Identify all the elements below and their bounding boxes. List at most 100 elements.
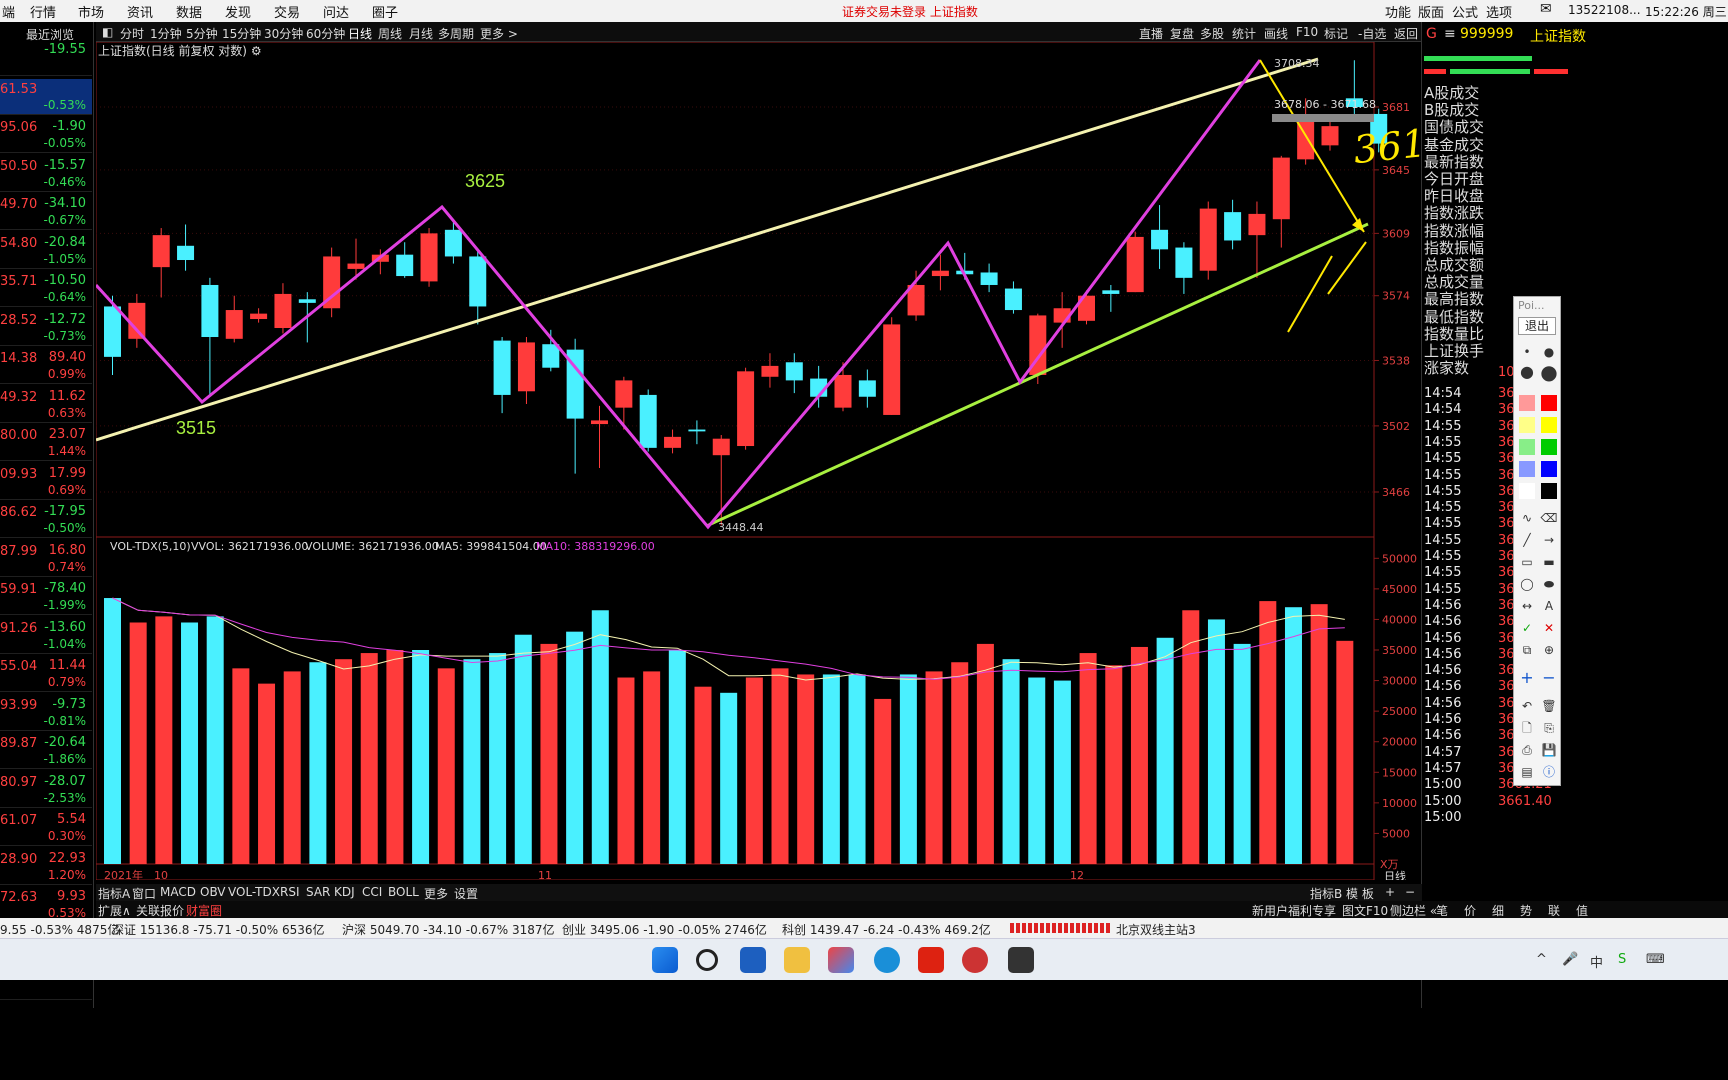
tab-link[interactable]: 联 [1548,902,1560,919]
browser-icon[interactable] [874,947,900,973]
ticker-hs300[interactable]: 沪深 5049.70 -34.10 -0.67% 3187亿 [342,921,555,938]
tab-more[interactable]: 更多 [424,885,448,902]
recent-row[interactable]: 87.99 16.80 0.74% [0,541,92,577]
tool-draw[interactable]: 画线 [1264,25,1288,42]
tab-settings[interactable]: 设置 [454,885,478,902]
search-icon[interactable] [696,949,718,971]
sogou-icon[interactable]: S [1618,952,1626,967]
zoom-out-button[interactable]: − [1405,885,1415,899]
menu-item-options[interactable]: 选项 [1486,2,1512,21]
color-swatch[interactable] [1519,461,1535,477]
recent-row[interactable]: 09.93 17.99 0.69% [0,464,92,500]
recent-row[interactable]: 49.32 11.62 0.63% [0,387,92,423]
keyboard-icon[interactable]: ⌨ [1646,952,1665,967]
ellipse-filled-icon[interactable]: ⬬ [1540,575,1558,593]
tab-price[interactable]: 价 [1464,902,1476,919]
tab-template[interactable]: 模 板 [1346,885,1374,902]
period-1min[interactable]: 1分钟 [150,25,182,42]
tool-multi-stock[interactable]: 多股 [1200,25,1224,42]
recent-row[interactable]: 93.99 -9.73 -0.81% [0,695,92,731]
tab-obv[interactable]: OBV [200,885,226,899]
recent-row[interactable]: 91.26 -13.60 -1.04% [0,618,92,654]
arrow-line-icon[interactable]: → [1540,531,1558,549]
check-icon[interactable]: ✓ [1518,619,1536,637]
tab-boll[interactable]: BOLL [388,885,419,899]
menu-item-formula[interactable]: 公式 [1452,2,1478,21]
tab-cci[interactable]: CCI [362,885,382,899]
kline-chart[interactable]: 3681364536093574353835023466500004500040… [96,42,1426,880]
tab-kdj[interactable]: KDJ [334,885,355,899]
text-icon[interactable]: A [1540,597,1558,615]
plus-icon[interactable]: + [1518,669,1536,687]
settings-icon[interactable]: ⚙ [251,44,262,58]
tab-detail[interactable]: 细 [1492,902,1504,919]
menu-item-news[interactable]: 资讯 [127,2,153,21]
new-page-icon[interactable]: 🗋 [1518,719,1536,737]
recent-row[interactable]: 55.04 11.44 0.79% [0,656,92,692]
period-daily[interactable]: 日线 [348,25,372,42]
paint-icon[interactable] [828,947,854,973]
color-swatch[interactable] [1519,417,1535,433]
period-15min[interactable]: 15分钟 [222,25,261,42]
eraser-icon[interactable]: ⌫ [1540,509,1558,527]
color-swatch[interactable] [1541,439,1557,455]
recent-row[interactable]: 59.91 -78.40 -1.99% [0,579,92,615]
recent-row[interactable]: 95.06 -1.90 -0.05% [0,117,92,153]
color-swatch[interactable] [1519,483,1535,499]
recent-row[interactable]: 89.87 -20.64 -1.86% [0,733,92,769]
recent-row[interactable]: 80.00 23.07 1.44% [0,425,92,461]
period-weekly[interactable]: 周线 [378,25,402,42]
camera-app-icon[interactable] [1008,947,1034,973]
curve-icon[interactable]: ∿ [1518,509,1536,527]
info-icon[interactable]: ⓘ [1540,763,1558,781]
zoom-icon[interactable]: ⊕ [1540,641,1558,659]
menu-item-layout[interactable]: 版面 [1418,2,1444,21]
tool-f10[interactable]: F10 [1296,25,1318,39]
tool-live[interactable]: 直播 [1139,25,1163,42]
print-icon[interactable]: ⎙ [1518,741,1536,759]
tab-sar[interactable]: SAR [306,885,330,899]
trash-icon[interactable]: 🗑 [1540,697,1558,715]
dot-small-icon[interactable]: • [1518,343,1536,361]
color-swatch[interactable] [1541,483,1557,499]
menu-item-trade[interactable]: 交易 [274,2,300,21]
period-multi[interactable]: 多周期 [438,25,474,42]
color-swatch[interactable] [1541,417,1557,433]
quote-g-icon[interactable]: G [1426,26,1437,42]
recent-row[interactable]: 50.50 -15.57 -0.46% [0,156,92,192]
ime-icon[interactable]: 中 [1590,952,1603,971]
menu-item-data[interactable]: 数据 [176,2,202,21]
menu-item-terminal[interactable]: 端 [2,2,15,21]
menu-item-function[interactable]: 功能 [1385,2,1411,21]
dot-xlarge-icon[interactable]: ● [1540,362,1558,382]
microphone-icon[interactable]: 🎤 [1562,952,1578,967]
color-swatch[interactable] [1541,461,1557,477]
collapse-icon[interactable]: ◧ [102,25,113,39]
color-swatch[interactable] [1519,395,1535,411]
save-icon[interactable]: 💾 [1540,741,1558,759]
tray-chevron-icon[interactable]: ^ [1536,952,1547,967]
period-minute-line[interactable]: 分时 [120,25,144,42]
period-5min[interactable]: 5分钟 [186,25,218,42]
menu-item-market[interactable]: 市场 [78,2,104,21]
tab-indicator-a[interactable]: 指标A [98,885,130,902]
undo-icon[interactable]: ↶ [1518,697,1536,715]
tab-indicator-b[interactable]: 指标B [1310,885,1342,902]
stock-app-icon[interactable] [918,947,944,973]
recent-row[interactable]: 80.97 -28.07 -2.53% [0,772,92,808]
tool-back[interactable]: 返回 [1394,25,1418,42]
windows-start-icon[interactable] [652,947,678,973]
menu-item-ask[interactable]: 问达 [323,2,349,21]
dot-large-icon[interactable]: ● [1518,363,1536,381]
tab-vol-tdx[interactable]: VOL-TDX [228,885,280,899]
recent-row[interactable]: 28.52 -12.72 -0.73% [0,310,92,346]
sidebar-toggle[interactable]: 侧边栏 « [1390,902,1437,919]
period-30min[interactable]: 30分钟 [264,25,303,42]
menu-item-circle[interactable]: 圈子 [372,2,398,21]
menu-item-discover[interactable]: 发现 [225,2,251,21]
dot-medium-icon[interactable]: ● [1540,343,1558,361]
recent-row[interactable]: 14.38 89.40 0.99% [0,348,92,384]
tool-replay[interactable]: 复盘 [1170,25,1194,42]
close-icon[interactable]: ✕ [1540,619,1558,637]
tab-ticks[interactable]: 笔 [1436,902,1448,919]
